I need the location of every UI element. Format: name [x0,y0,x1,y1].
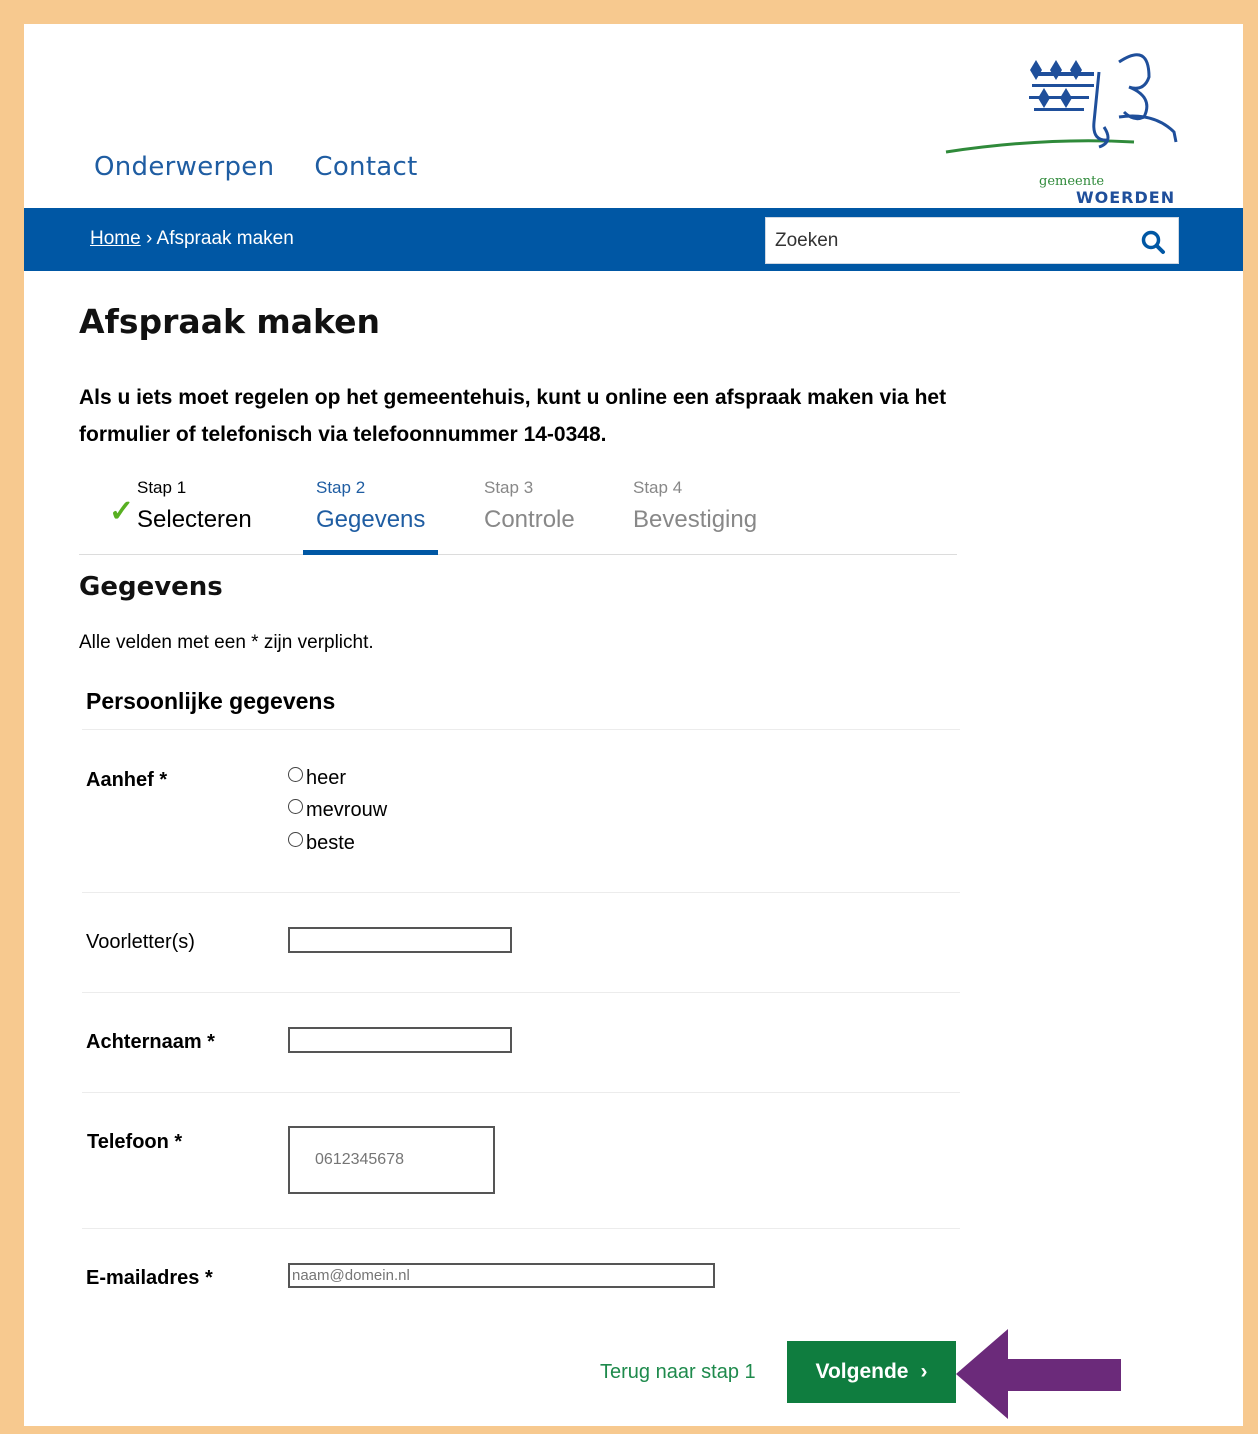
radio-beste[interactable]: beste [288,832,355,855]
step-number: Stap 2 [316,478,366,497]
top-nav: Onderwerpen Contact [94,152,418,182]
radio-mevrouw[interactable]: mevrouw [288,799,387,822]
radio-label: mevrouw [306,799,388,821]
logo-text-gemeente: gemeente [1039,174,1105,189]
breadcrumb-separator: › [140,228,157,249]
email-label: E-mailadres * [86,1267,213,1289]
email-input[interactable] [288,1263,715,1288]
divider [82,992,960,993]
telefoon-label: Telefoon * [87,1131,183,1153]
search-icon[interactable] [1140,229,1166,255]
next-button[interactable]: Volgende › [787,1341,956,1403]
step-3: Stap 3 Controle [484,478,575,534]
achternaam-label: Achternaam * [86,1031,215,1053]
search-input[interactable] [766,218,1126,263]
radio-button[interactable] [288,832,303,847]
divider [82,892,960,893]
annotation-arrow-icon [956,1329,1121,1419]
divider [82,1092,960,1093]
section-heading: Persoonlijke gegevens [86,688,336,714]
step-indicator: ✓ Stap 1 Selecteren Stap 2 Gegevens Stap… [79,474,957,555]
nav-onderwerpen[interactable]: Onderwerpen [94,152,274,182]
next-button-label: Volgende [815,1360,909,1383]
back-link[interactable]: Terug naar stap 1 [600,1361,756,1384]
step-number: Stap 3 [484,478,534,497]
radio-button[interactable] [288,767,303,782]
step-label: Gegevens [316,506,426,533]
form-heading: Gegevens [79,572,223,602]
checkmark-icon: ✓ [109,495,135,528]
required-note: Alle velden met een * zijn verplicht. [79,632,374,653]
divider [82,729,960,730]
telefoon-input[interactable] [288,1126,495,1194]
search-box [765,217,1179,264]
chevron-right-icon: › [920,1360,928,1383]
step-label: Selecteren [137,506,252,533]
step-number: Stap 4 [633,478,683,497]
radio-button[interactable] [288,799,303,814]
achternaam-input[interactable] [288,1027,512,1053]
divider [82,1228,960,1229]
voorletters-label: Voorletter(s) [86,931,195,953]
step-number: Stap 1 [137,478,187,497]
breadcrumb-current: Afspraak maken [156,228,294,249]
logo-text-woerden: WOERDEN [1076,188,1176,207]
step-1[interactable]: ✓ Stap 1 Selecteren [109,478,252,534]
aanhef-label: Aanhef * [86,769,168,791]
radio-label: heer [306,767,347,789]
intro-text: Als u iets moet regelen op het gemeenteh… [79,386,947,446]
voorletters-input[interactable] [288,927,512,953]
radio-heer[interactable]: heer [288,767,346,790]
step-label: Controle [484,506,575,533]
breadcrumb: Home › Afspraak maken [90,228,294,250]
breadcrumb-home[interactable]: Home [90,228,141,249]
radio-label: beste [306,832,355,854]
nav-contact[interactable]: Contact [314,152,417,182]
page-frame: Onderwerpen Contact gemeente WOERDEN Hom… [24,24,1243,1426]
step-4: Stap 4 Bevestiging [633,478,757,534]
page-title: Afspraak maken [79,302,380,341]
step-2[interactable]: Stap 2 Gegevens [303,478,439,555]
step-label: Bevestiging [633,506,758,533]
